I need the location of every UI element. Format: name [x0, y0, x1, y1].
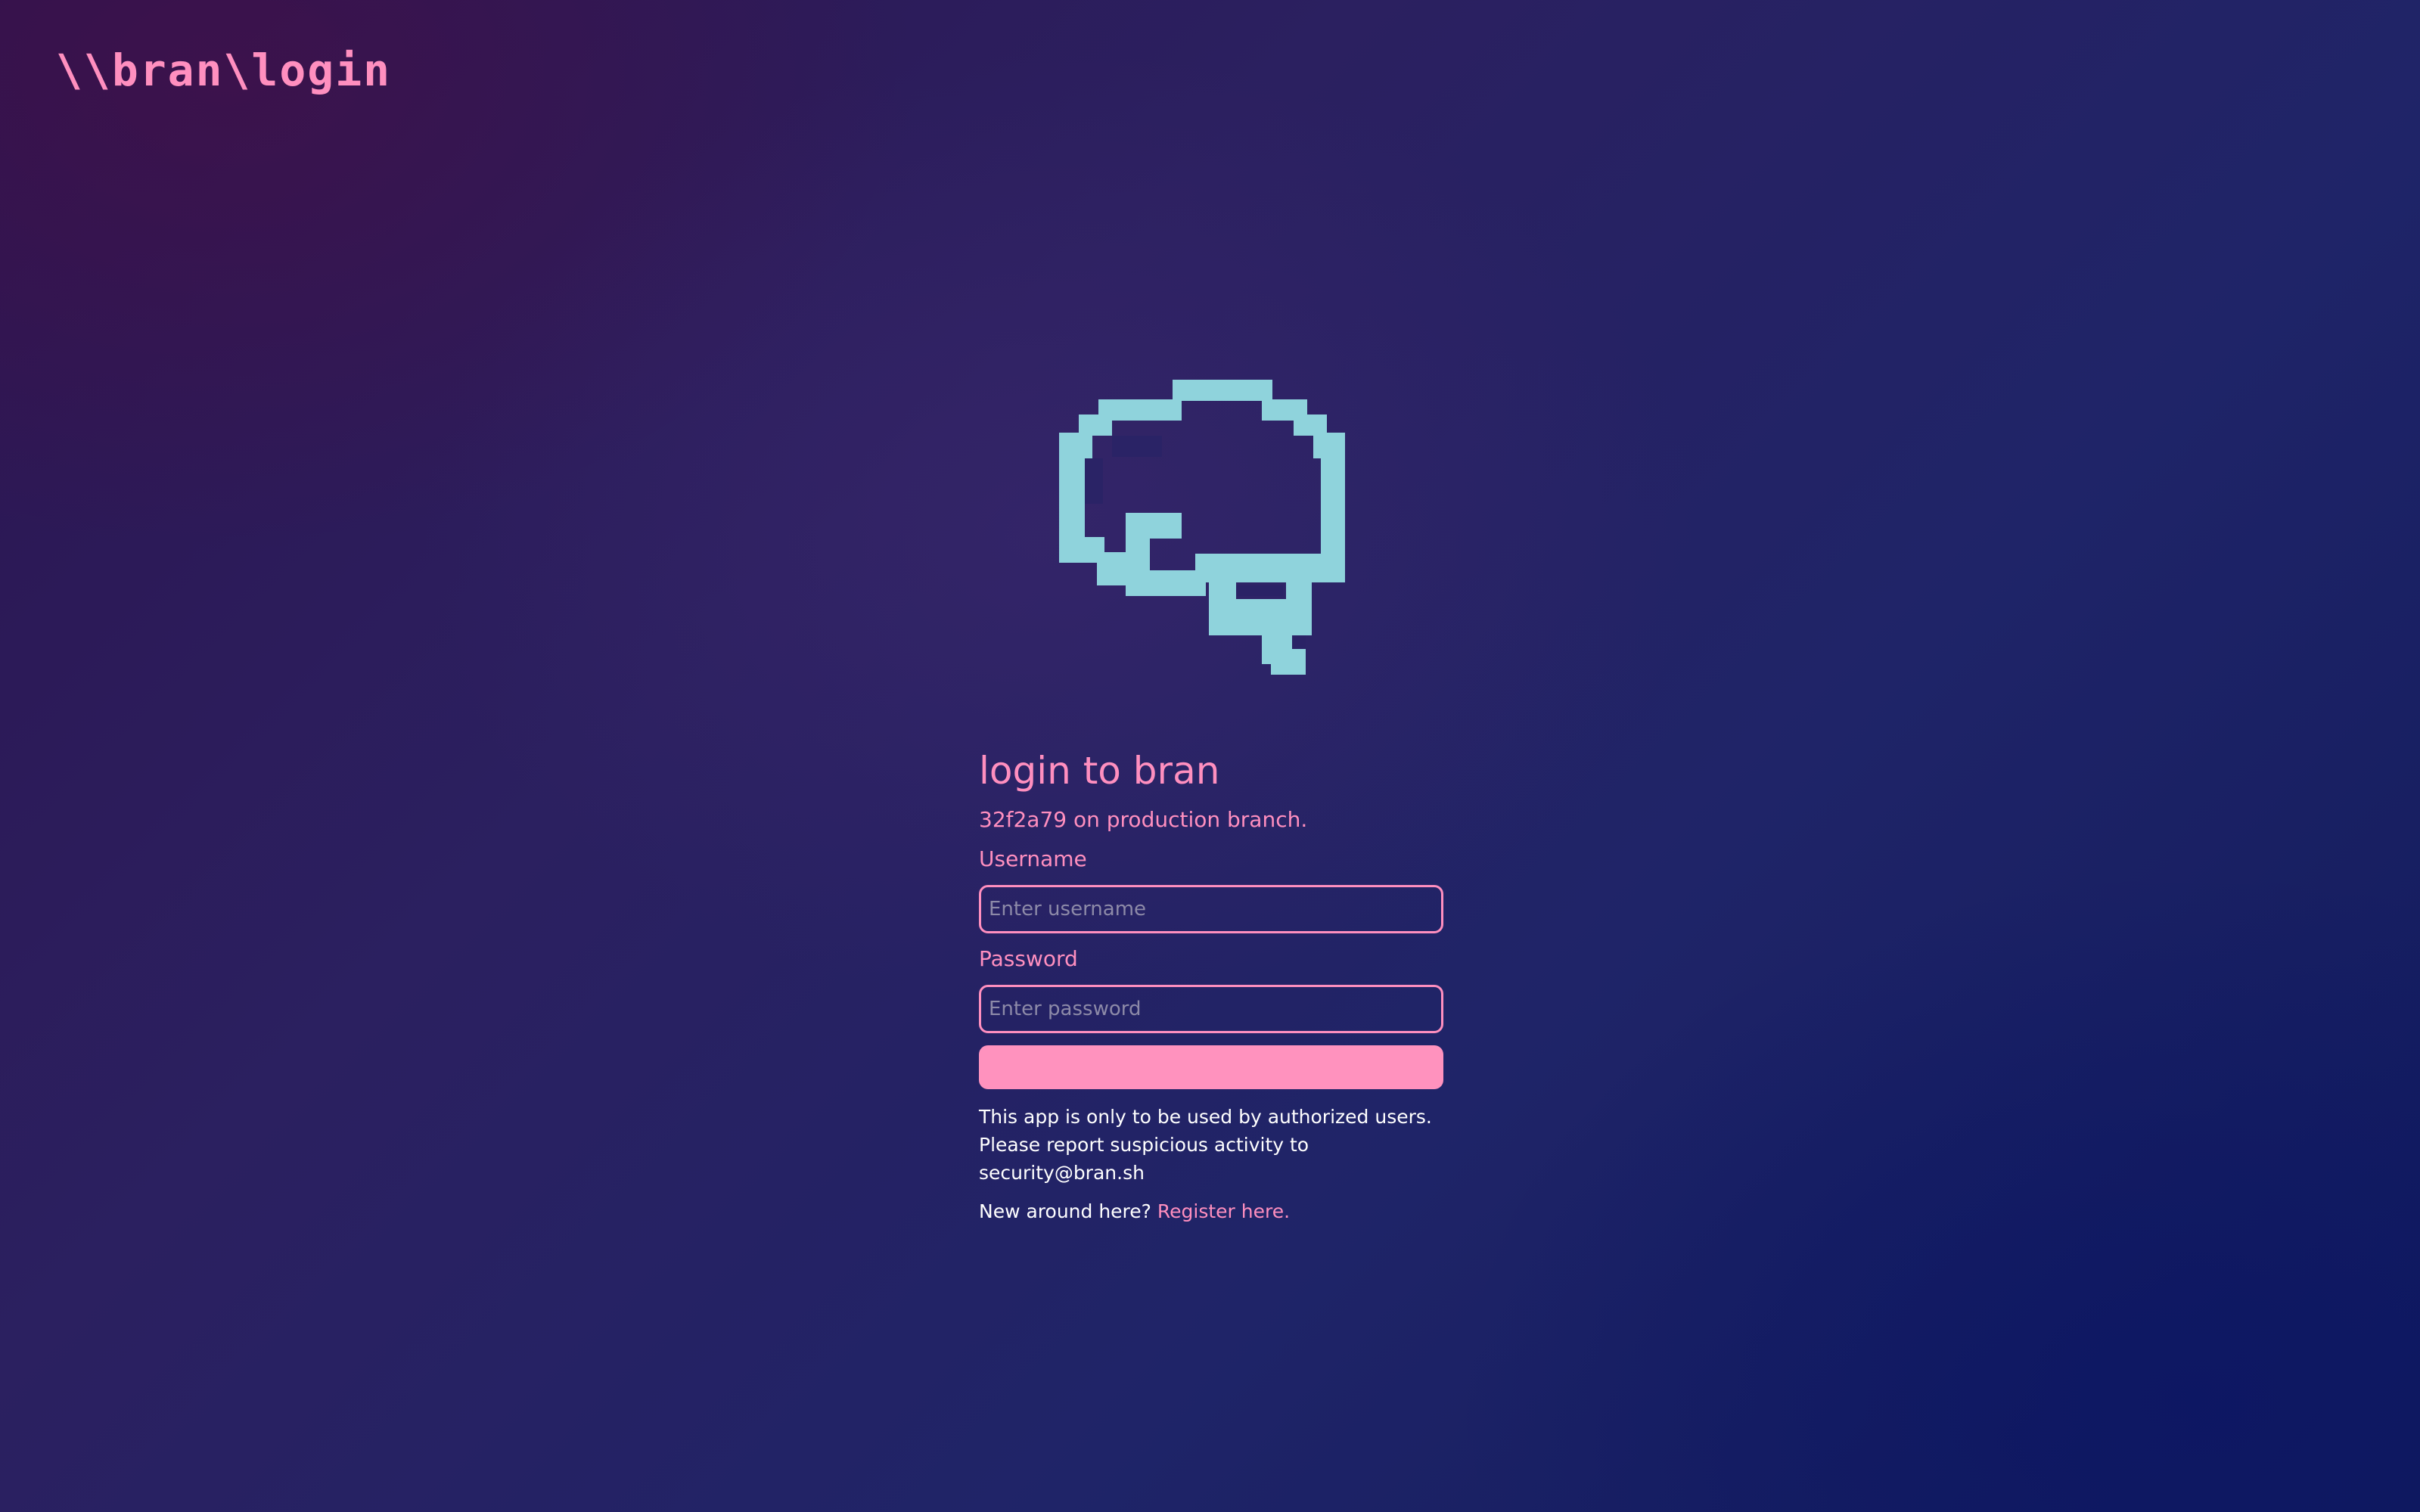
- username-label: Username: [979, 846, 1087, 871]
- brain-icon: [1052, 372, 1369, 676]
- register-link[interactable]: Register here.: [1157, 1200, 1290, 1222]
- register-line: New around here? Register here.: [979, 1197, 1443, 1225]
- username-input[interactable]: [979, 885, 1443, 933]
- register-prompt: New around here?: [979, 1200, 1151, 1222]
- login-button[interactable]: [979, 1045, 1443, 1089]
- app-logo: \\bran\login: [56, 45, 392, 96]
- commit-info: 32f2a79 on production branch.: [979, 807, 1308, 832]
- password-label: Password: [979, 946, 1078, 971]
- page-title: login to bran: [979, 749, 1220, 793]
- password-input[interactable]: [979, 985, 1443, 1033]
- login-panel: login to bran 32f2a79 on production bran…: [979, 752, 1443, 1225]
- authorized-users-notice: This app is only to be used by authorize…: [979, 1106, 1432, 1184]
